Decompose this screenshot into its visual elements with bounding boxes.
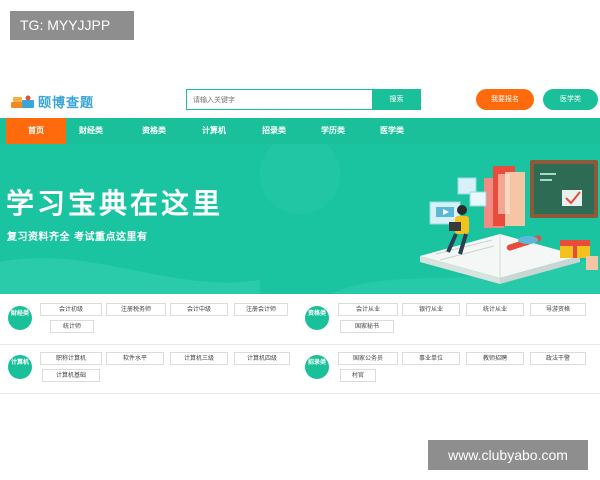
site-header: 颐博查题 搜索 我要报名 医学类 bbox=[0, 86, 600, 118]
category-chip[interactable]: 教师招聘 bbox=[466, 352, 524, 365]
watermark-top: TG: MYYJJPP bbox=[10, 11, 134, 40]
category-chip[interactable]: 导游资格 bbox=[530, 303, 586, 316]
main-nav: 首页 财经类 资格类 计算机 招录类 学历类 医学类 bbox=[0, 118, 600, 144]
logo-text[interactable]: 颐博查题 bbox=[38, 92, 94, 111]
category-chip[interactable]: 软件水平 bbox=[106, 352, 164, 365]
category-chip[interactable]: 计算机基础 bbox=[42, 369, 100, 382]
row-divider bbox=[0, 344, 600, 345]
banner-subtitle: 复习资料齐全 考试重点这里有 bbox=[7, 232, 148, 243]
category-chip[interactable]: 统计从业 bbox=[466, 303, 524, 316]
category-chip[interactable]: 银行从业 bbox=[402, 303, 460, 316]
search-input[interactable] bbox=[186, 89, 372, 110]
chalkboard-graphic bbox=[530, 160, 598, 218]
category-badge-computer[interactable]: 计算机 bbox=[8, 355, 32, 379]
watermark-bottom: www.clubyabo.com bbox=[428, 440, 588, 470]
category-panel: 财经类 会计初级 注册税务师 会计中级 注册会计师 统计师 资格类 会计从业 银… bbox=[0, 294, 600, 394]
nav-item-computer[interactable]: 计算机 bbox=[186, 118, 242, 144]
banner-title: 学习宝典在这里 bbox=[6, 187, 224, 220]
category-chip[interactable]: 会计中级 bbox=[170, 303, 228, 316]
category-badge-qualification[interactable]: 资格类 bbox=[305, 306, 329, 330]
category-chip[interactable]: 会计初级 bbox=[40, 303, 102, 316]
search-button[interactable]: 搜索 bbox=[372, 89, 421, 110]
category-chip[interactable]: 事业单位 bbox=[402, 352, 460, 365]
row-divider bbox=[0, 393, 600, 394]
category-chip[interactable]: 职称计算机 bbox=[40, 352, 102, 365]
category-chip[interactable]: 政法干警 bbox=[530, 352, 586, 365]
nav-item-finance[interactable]: 财经类 bbox=[63, 118, 119, 144]
logo-icon bbox=[10, 94, 36, 110]
category-chip[interactable]: 村官 bbox=[340, 369, 376, 382]
medical-button[interactable]: 医学类 bbox=[543, 89, 598, 110]
nav-item-recruitment[interactable]: 招录类 bbox=[246, 118, 302, 144]
category-chip[interactable]: 注册会计师 bbox=[234, 303, 288, 316]
hero-banner[interactable]: 学习宝典在这里 复习资料齐全 考试重点这里有 bbox=[0, 144, 600, 294]
nav-item-qualification[interactable]: 资格类 bbox=[126, 118, 182, 144]
category-chip[interactable]: 统计师 bbox=[50, 320, 94, 333]
category-chip[interactable]: 国家秘书 bbox=[340, 320, 394, 333]
category-badge-recruitment[interactable]: 招录类 bbox=[305, 355, 329, 379]
nav-item-medical[interactable]: 医学类 bbox=[364, 118, 420, 144]
category-chip[interactable]: 计算机三级 bbox=[170, 352, 228, 365]
nav-item-education[interactable]: 学历类 bbox=[305, 118, 361, 144]
nav-item-home[interactable]: 首页 bbox=[6, 118, 66, 144]
category-chip[interactable]: 计算机四级 bbox=[234, 352, 290, 365]
category-chip[interactable]: 会计从业 bbox=[338, 303, 398, 316]
category-chip[interactable]: 注册税务师 bbox=[106, 303, 166, 316]
signup-button[interactable]: 我要报名 bbox=[476, 89, 534, 110]
category-chip[interactable]: 国家公务员 bbox=[338, 352, 398, 365]
book-stack-graphic bbox=[484, 166, 525, 228]
category-badge-finance[interactable]: 财经类 bbox=[8, 306, 32, 330]
